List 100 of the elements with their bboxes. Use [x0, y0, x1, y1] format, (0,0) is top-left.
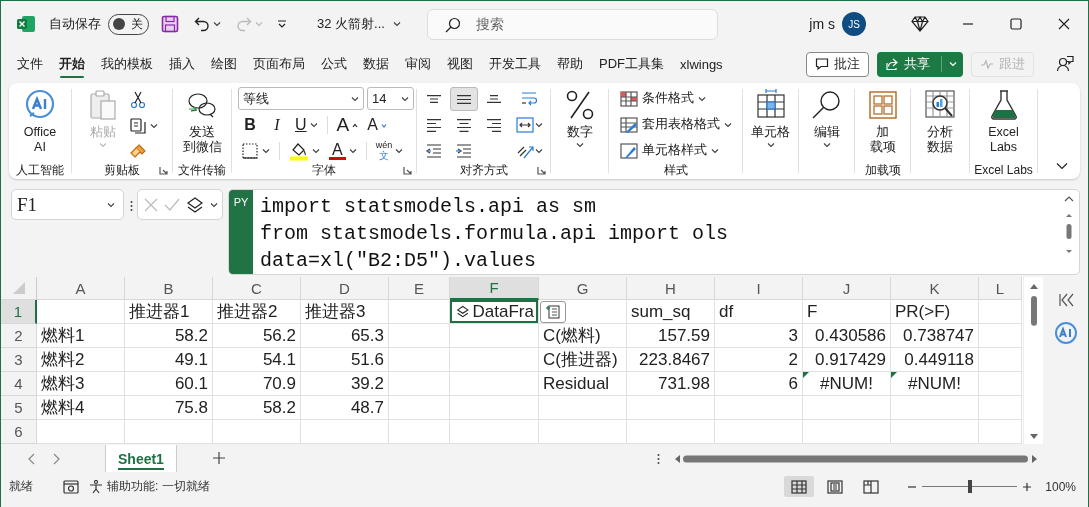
row-header[interactable]: 5	[1, 396, 37, 420]
ribbon-tab[interactable]: 我的模板	[93, 49, 161, 79]
table-cell[interactable]: 58.2	[213, 396, 301, 420]
diamond-icon[interactable]	[911, 16, 929, 32]
cell-styles-button[interactable]: 单元格样式	[619, 139, 719, 162]
table-cell[interactable]	[979, 396, 1022, 420]
zoom-in-icon[interactable]	[1023, 482, 1032, 491]
table-cell[interactable]: 燃料2	[37, 348, 125, 372]
user-avatar[interactable]: JS	[842, 12, 866, 36]
ribbon-tab[interactable]: PDF工具集	[591, 49, 672, 79]
table-cell[interactable]	[37, 300, 125, 324]
ribbon-tab[interactable]: 开发工具	[481, 49, 549, 79]
office-ai-button[interactable]: Office AI	[20, 87, 60, 157]
table-cell[interactable]: 0.430586	[803, 324, 891, 348]
undo-button[interactable]	[193, 15, 221, 33]
customize-toolbar-icon[interactable]	[277, 19, 287, 29]
error-indicator-icon[interactable]	[891, 372, 897, 378]
table-cell[interactable]: 燃料3	[37, 372, 125, 396]
search-field[interactable]: 搜索	[426, 8, 718, 40]
table-cell[interactable]: C(燃料)	[539, 324, 627, 348]
table-cell[interactable]: 56.2	[213, 324, 301, 348]
row-header[interactable]: 1	[1, 300, 37, 324]
enter-icon[interactable]	[164, 197, 180, 212]
underline-button[interactable]: U	[292, 114, 321, 136]
file-name-button[interactable]: 32 火箭射...	[317, 15, 401, 33]
comments-button[interactable]: 批注	[806, 51, 869, 77]
insert-data-button[interactable]	[540, 301, 566, 323]
add-sheet-icon[interactable]	[212, 451, 225, 464]
column-header[interactable]: G	[539, 277, 627, 300]
table-cell[interactable]	[213, 420, 301, 444]
share-button[interactable]: 共享	[877, 51, 963, 77]
more-icon[interactable]	[657, 452, 660, 465]
layers-icon[interactable]	[186, 195, 204, 214]
normal-view-button[interactable]	[784, 476, 815, 497]
table-cell[interactable]: F	[803, 300, 891, 324]
italic-button[interactable]: I	[265, 114, 289, 136]
cancel-icon[interactable]	[144, 197, 158, 212]
table-cell[interactable]	[979, 300, 1022, 324]
collapse-ribbon-icon[interactable]	[1056, 162, 1068, 170]
next-sheet-icon[interactable]	[53, 452, 61, 465]
ribbon-tab[interactable]: xlwings	[672, 49, 731, 79]
table-cell[interactable]	[450, 348, 539, 372]
format-as-table-button[interactable]: 套用表格格式	[619, 113, 732, 136]
collapse-icon[interactable]	[1064, 196, 1074, 202]
ribbon-tab[interactable]: 公式	[313, 49, 355, 79]
conditional-formatting-button[interactable]: 条件格式	[619, 87, 706, 110]
table-cell[interactable]: PR(>F)	[891, 300, 979, 324]
table-cell[interactable]: C(推进器)	[539, 348, 627, 372]
editing-button[interactable]: 编辑	[807, 87, 846, 150]
cells-button[interactable]: 单元格	[748, 87, 793, 150]
increase-font-size-button[interactable]: A	[333, 114, 362, 136]
row-header[interactable]: 2	[1, 324, 37, 348]
table-cell[interactable]	[979, 420, 1022, 444]
table-cell[interactable]: 51.6	[301, 348, 389, 372]
table-cell[interactable]	[389, 300, 450, 324]
column-header[interactable]: F	[450, 277, 539, 300]
table-cell[interactable]	[979, 372, 1022, 396]
column-header[interactable]: I	[715, 277, 803, 300]
table-cell[interactable]: 燃料1	[37, 324, 125, 348]
table-cell[interactable]	[803, 396, 891, 420]
ribbon-tab[interactable]: 视图	[439, 49, 481, 79]
table-cell[interactable]	[301, 420, 389, 444]
table-cell[interactable]: 49.1	[125, 348, 213, 372]
table-cell[interactable]: 3	[715, 324, 803, 348]
table-cell[interactable]: 223.8467	[627, 348, 715, 372]
feedback-icon[interactable]	[1056, 55, 1074, 73]
table-cell[interactable]: 731.98	[627, 372, 715, 396]
table-cell[interactable]: 2	[715, 348, 803, 372]
table-cell[interactable]: 54.1	[213, 348, 301, 372]
phonetic-guide-button[interactable]: wén 文	[372, 140, 407, 162]
ribbon-tab[interactable]: 绘图	[203, 49, 245, 79]
table-cell[interactable]	[389, 348, 450, 372]
table-cell[interactable]: sum_sq	[627, 300, 715, 324]
number-format-button[interactable]: 数字	[560, 87, 599, 150]
bold-button[interactable]: B	[238, 114, 262, 136]
table-cell[interactable]	[891, 396, 979, 420]
table-cell[interactable]: 48.7	[301, 396, 389, 420]
accessibility-icon[interactable]	[89, 479, 103, 494]
python-cell[interactable]: DataFra	[450, 300, 539, 324]
decrease-font-size-button[interactable]: A	[364, 114, 390, 136]
add-ins-button[interactable]: 加 载项	[863, 87, 902, 157]
table-cell[interactable]: 6	[715, 372, 803, 396]
launcher-icon[interactable]	[537, 166, 546, 175]
name-box[interactable]: F1	[11, 189, 124, 220]
table-cell[interactable]: 60.1	[125, 372, 213, 396]
table-cell[interactable]: 58.2	[125, 324, 213, 348]
table-cell[interactable]	[125, 420, 213, 444]
column-header[interactable]: A	[37, 277, 125, 300]
close-icon[interactable]	[1058, 18, 1070, 30]
column-header[interactable]: L	[979, 277, 1022, 300]
table-cell[interactable]: 39.2	[301, 372, 389, 396]
font-name-dropdown[interactable]: 等线	[238, 87, 364, 110]
table-cell[interactable]	[389, 420, 450, 444]
table-cell[interactable]	[539, 420, 627, 444]
excel-labs-button[interactable]: Excel Labs	[984, 87, 1023, 157]
analyze-data-button[interactable]: 分析 数据	[921, 87, 959, 157]
row-header[interactable]: 4	[1, 372, 37, 396]
table-cell[interactable]	[627, 396, 715, 420]
formula-code[interactable]: import statsmodels.api as sm from statsmodels.formula.api import ols data=xl("B2:D5").values	[253, 190, 1059, 274]
zoom-level[interactable]: 100%	[1045, 479, 1076, 494]
